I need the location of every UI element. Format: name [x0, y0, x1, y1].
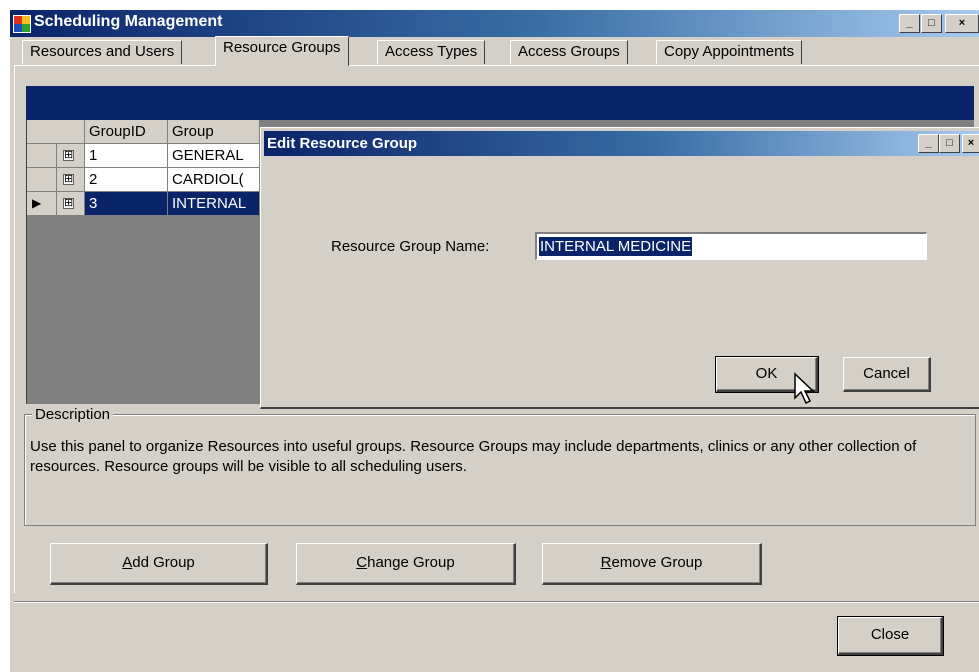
change-group-mnemonic: C [356, 554, 368, 571]
minimize-icon[interactable]: _ [899, 14, 920, 33]
dialog-title: Edit Resource Group [267, 135, 418, 152]
add-group-mnemonic: A [122, 554, 133, 571]
dialog-titlebar[interactable]: Edit Resource Group _ □ × [264, 131, 979, 156]
change-group-label: hange Group [367, 554, 455, 571]
remove-group-mnemonic: R [600, 554, 612, 571]
remove-group-label: emove Group [611, 554, 703, 571]
cell-groupid[interactable]: 1 [85, 144, 168, 168]
resource-group-name-label: Resource Group Name: [331, 238, 490, 255]
maximize-icon[interactable]: □ [939, 134, 960, 153]
add-group-button[interactable]: Add Group [50, 543, 268, 585]
description-text: Use this panel to organize Resources int… [30, 438, 917, 475]
grid-corner-header [27, 120, 85, 144]
cell-group[interactable]: CARDIOL( [168, 168, 260, 192]
resource-group-name-value: INTERNAL MEDICINE [539, 237, 693, 256]
cell-groupid[interactable]: 3 [85, 192, 168, 216]
tab-resource-groups[interactable]: Resource Groups [215, 36, 349, 66]
main-titlebar[interactable]: Scheduling Management _ □ × [10, 10, 979, 37]
expand-cell[interactable]: ⊞ [57, 192, 85, 216]
app-icon [13, 15, 31, 33]
row-header[interactable] [27, 144, 57, 168]
row-header[interactable] [27, 168, 57, 192]
close-icon[interactable]: × [945, 14, 979, 33]
minimize-icon[interactable]: _ [918, 134, 939, 153]
column-header-groupid[interactable]: GroupID [85, 120, 168, 144]
grid-caption-bar [26, 86, 974, 120]
tab-copy-appointments[interactable]: Copy Appointments [656, 40, 803, 64]
expand-icon[interactable]: ⊞ [63, 174, 74, 185]
bottom-separator [14, 601, 979, 603]
remove-group-button[interactable]: Remove Group [542, 543, 762, 585]
change-group-button[interactable]: Change Group [296, 543, 516, 585]
column-header-group[interactable]: Group [168, 120, 260, 144]
cell-group[interactable]: GENERAL [168, 144, 260, 168]
cell-group[interactable]: INTERNAL [168, 192, 260, 216]
description-legend: Description [32, 406, 114, 423]
close-icon[interactable]: × [962, 134, 979, 153]
resource-group-name-field[interactable]: INTERNAL MEDICINE [535, 232, 927, 260]
mouse-cursor-icon [794, 372, 815, 405]
expand-icon[interactable]: ⊞ [63, 198, 74, 209]
maximize-icon[interactable]: □ [921, 14, 942, 33]
window-title: Scheduling Management [34, 13, 223, 30]
tab-access-types[interactable]: Access Types [377, 40, 486, 64]
expand-icon[interactable]: ⊞ [63, 150, 74, 161]
tab-access-groups[interactable]: Access Groups [510, 40, 628, 64]
cancel-button[interactable]: Cancel [843, 357, 931, 392]
close-button[interactable]: Close [837, 616, 944, 656]
cell-groupid[interactable]: 2 [85, 168, 168, 192]
expand-cell[interactable]: ⊞ [57, 144, 85, 168]
tab-resources-and-users[interactable]: Resources and Users [22, 40, 183, 64]
expand-cell[interactable]: ⊞ [57, 168, 85, 192]
add-group-label: dd Group [132, 554, 195, 571]
row-pointer-icon[interactable]: ▶ [27, 192, 57, 216]
edit-resource-group-dialog: Edit Resource Group _ □ × Resource Group… [260, 127, 979, 409]
